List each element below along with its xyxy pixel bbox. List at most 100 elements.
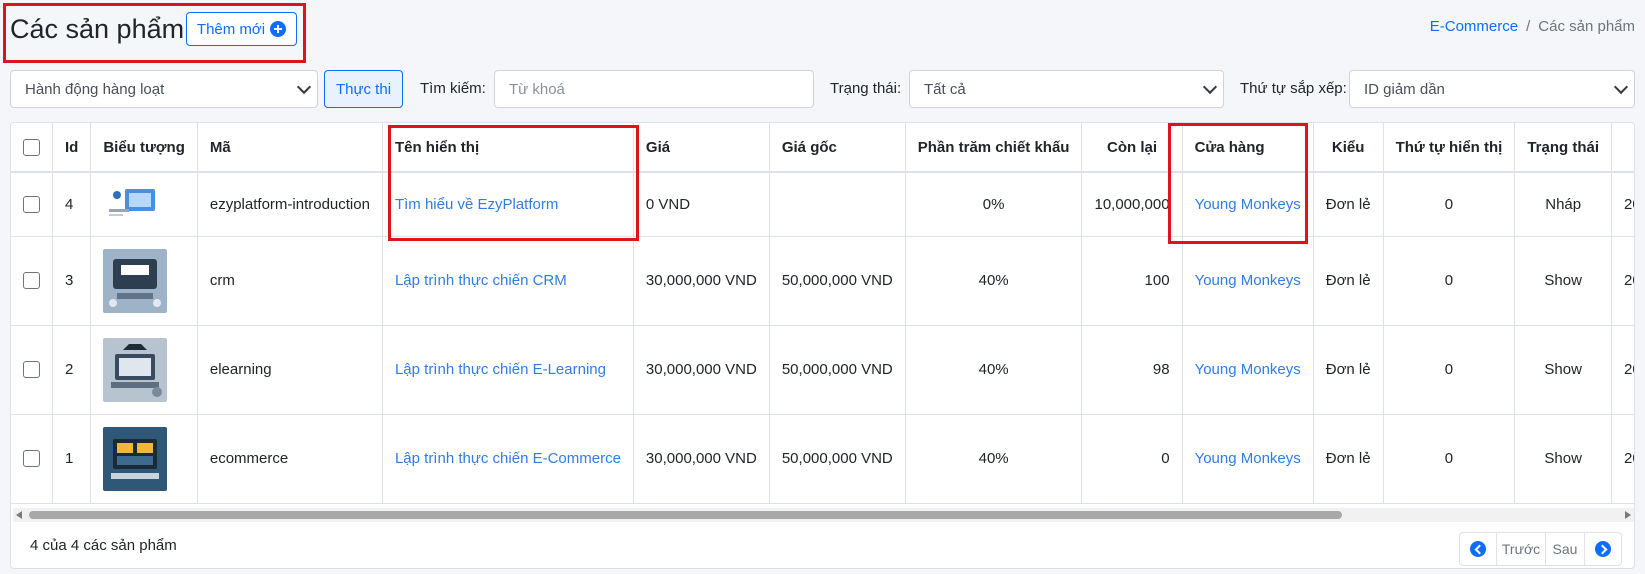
column-header-display-order[interactable]: Thứ tự hiển thị bbox=[1383, 123, 1516, 173]
cell-discount: 40% bbox=[905, 236, 1083, 326]
row-checkbox[interactable] bbox=[23, 272, 40, 290]
scroll-right-icon[interactable] bbox=[1625, 511, 1631, 519]
column-header-price[interactable]: Giá bbox=[633, 123, 770, 173]
column-header-id[interactable]: Id bbox=[52, 123, 92, 173]
products-card: Id Biểu tượng Mã Tên hiển thị Giá Giá gố… bbox=[10, 122, 1635, 569]
page-title: Các sản phẩm bbox=[10, 14, 185, 44]
scrollbar-thumb[interactable] bbox=[29, 511, 1342, 519]
table-header-row: Id Biểu tượng Mã Tên hiển thị Giá Giá gố… bbox=[11, 123, 1634, 173]
cell-display-order: 0 bbox=[1383, 325, 1516, 415]
arrow-left-circle-icon bbox=[1470, 541, 1486, 557]
cell-date: 2025 bbox=[1611, 236, 1634, 326]
column-header-code[interactable]: Mã bbox=[197, 123, 383, 173]
column-header-store[interactable]: Cửa hàng bbox=[1182, 123, 1314, 173]
prev-page-button[interactable]: Trước bbox=[1497, 533, 1546, 565]
row-checkbox[interactable] bbox=[23, 450, 40, 468]
product-name-link[interactable]: Lập trình thực chiến E-Learning bbox=[395, 361, 606, 378]
cell-original-price: 50,000,000 VND bbox=[769, 236, 906, 326]
cell-id: 2 bbox=[52, 325, 92, 415]
cell-price: 30,000,000 VND bbox=[633, 414, 770, 504]
cell-id: 4 bbox=[52, 172, 92, 237]
cell-discount: 0% bbox=[905, 172, 1083, 237]
store-link[interactable]: Young Monkeys bbox=[1195, 361, 1301, 378]
cell-store: Young Monkeys bbox=[1182, 414, 1314, 504]
product-name-link[interactable]: Lập trình thực chiến CRM bbox=[395, 272, 567, 289]
cell-status: Show bbox=[1514, 236, 1613, 326]
product-thumbnail-icon bbox=[103, 181, 185, 228]
breadcrumb-current: Các sản phẩm bbox=[1538, 18, 1635, 35]
cell-price: 30,000,000 VND bbox=[633, 325, 770, 415]
column-header-extra bbox=[1611, 123, 1634, 173]
bulk-action-select[interactable]: Hành động hàng loạt bbox=[10, 70, 318, 108]
cell-type: Đơn lẻ bbox=[1313, 172, 1384, 237]
product-name-link[interactable]: Tìm hiểu về EzyPlatform bbox=[395, 196, 558, 213]
cell-code: ecommerce bbox=[197, 414, 383, 504]
cell-icon bbox=[90, 414, 198, 504]
row-select-cell[interactable] bbox=[11, 414, 53, 504]
result-count: 4 của 4 các sản phẩm bbox=[30, 537, 177, 554]
cell-remaining: 10,000,000 bbox=[1081, 172, 1183, 237]
product-name-link[interactable]: Lập trình thực chiến E-Commerce bbox=[395, 450, 621, 467]
add-new-button[interactable]: Thêm mới bbox=[186, 12, 297, 46]
column-header-original-price[interactable]: Giá gốc bbox=[769, 123, 906, 173]
row-select-cell[interactable] bbox=[11, 236, 53, 326]
cell-icon bbox=[90, 172, 198, 237]
row-checkbox[interactable] bbox=[23, 361, 40, 379]
cell-status: Nháp bbox=[1514, 172, 1613, 237]
cell-original-price: 50,000,000 VND bbox=[769, 325, 906, 415]
status-select[interactable]: Tất cả bbox=[909, 70, 1224, 108]
cell-name: Lập trình thực chiến E-Learning bbox=[382, 325, 634, 415]
cell-price: 0 VND bbox=[633, 172, 770, 237]
chevron-down-icon bbox=[296, 79, 312, 95]
cell-type: Đơn lẻ bbox=[1313, 414, 1384, 504]
cell-discount: 40% bbox=[905, 325, 1083, 415]
add-new-label: Thêm mới bbox=[196, 20, 266, 38]
column-header-icon[interactable]: Biểu tượng bbox=[90, 123, 198, 173]
prev-page-icon-button[interactable] bbox=[1460, 533, 1497, 565]
breadcrumb-root-link[interactable]: E-Commerce bbox=[1430, 18, 1518, 35]
next-page-icon-button[interactable] bbox=[1585, 533, 1621, 565]
execute-button[interactable]: Thực thi bbox=[324, 70, 403, 108]
column-header-type[interactable]: Kiểu bbox=[1313, 123, 1384, 173]
plus-circle-icon bbox=[270, 21, 287, 37]
product-thumbnail-icon bbox=[103, 337, 185, 402]
column-header-discount[interactable]: Phần trăm chiết khấu bbox=[905, 123, 1083, 173]
search-input[interactable]: Từ khoá bbox=[494, 70, 814, 108]
store-link[interactable]: Young Monkeys bbox=[1195, 450, 1301, 467]
select-all-header[interactable] bbox=[11, 123, 53, 173]
cell-code: ezyplatform-introduction bbox=[197, 172, 383, 237]
cell-display-order: 0 bbox=[1383, 172, 1516, 237]
select-all-checkbox[interactable] bbox=[23, 138, 40, 156]
sort-select[interactable]: ID giảm dần bbox=[1349, 70, 1635, 108]
products-table: Id Biểu tượng Mã Tên hiển thị Giá Giá gố… bbox=[11, 123, 1634, 504]
next-page-button[interactable]: Sau bbox=[1546, 533, 1585, 565]
cell-code: crm bbox=[197, 236, 383, 326]
sort-value: ID giảm dần bbox=[1364, 80, 1445, 98]
cell-remaining: 98 bbox=[1081, 325, 1183, 415]
cell-store: Young Monkeys bbox=[1182, 172, 1314, 237]
arrow-right-circle-icon bbox=[1595, 541, 1611, 557]
cell-type: Đơn lẻ bbox=[1313, 236, 1384, 326]
sort-label: Thứ tự sắp xếp: bbox=[1240, 80, 1347, 97]
store-link[interactable]: Young Monkeys bbox=[1195, 196, 1301, 213]
row-checkbox[interactable] bbox=[23, 196, 40, 214]
cell-display-order: 0 bbox=[1383, 414, 1516, 504]
column-header-status[interactable]: Trạng thái bbox=[1514, 123, 1613, 173]
cell-status: Show bbox=[1514, 414, 1613, 504]
column-header-name[interactable]: Tên hiển thị bbox=[382, 123, 634, 173]
row-select-cell[interactable] bbox=[11, 325, 53, 415]
pagination: Trước Sau bbox=[1459, 532, 1622, 566]
cell-remaining: 100 bbox=[1081, 236, 1183, 326]
store-link[interactable]: Young Monkeys bbox=[1195, 272, 1301, 289]
cell-id: 3 bbox=[52, 236, 92, 326]
row-select-cell[interactable] bbox=[11, 172, 53, 237]
cell-icon bbox=[90, 236, 198, 326]
table-row: 1 ecommerce Lập trình thực chiến E-Commerc… bbox=[11, 414, 1634, 504]
horizontal-scrollbar[interactable] bbox=[13, 508, 1634, 522]
cell-date: 2025 bbox=[1611, 414, 1634, 504]
scroll-left-icon[interactable] bbox=[16, 511, 22, 519]
cell-icon bbox=[90, 325, 198, 415]
cell-name: Tìm hiểu về EzyPlatform bbox=[382, 172, 634, 237]
column-header-remaining[interactable]: Còn lại bbox=[1081, 123, 1183, 173]
page-header: Các sản phẩm Thêm mới E-Commerce / Các sản… bbox=[0, 0, 1645, 62]
